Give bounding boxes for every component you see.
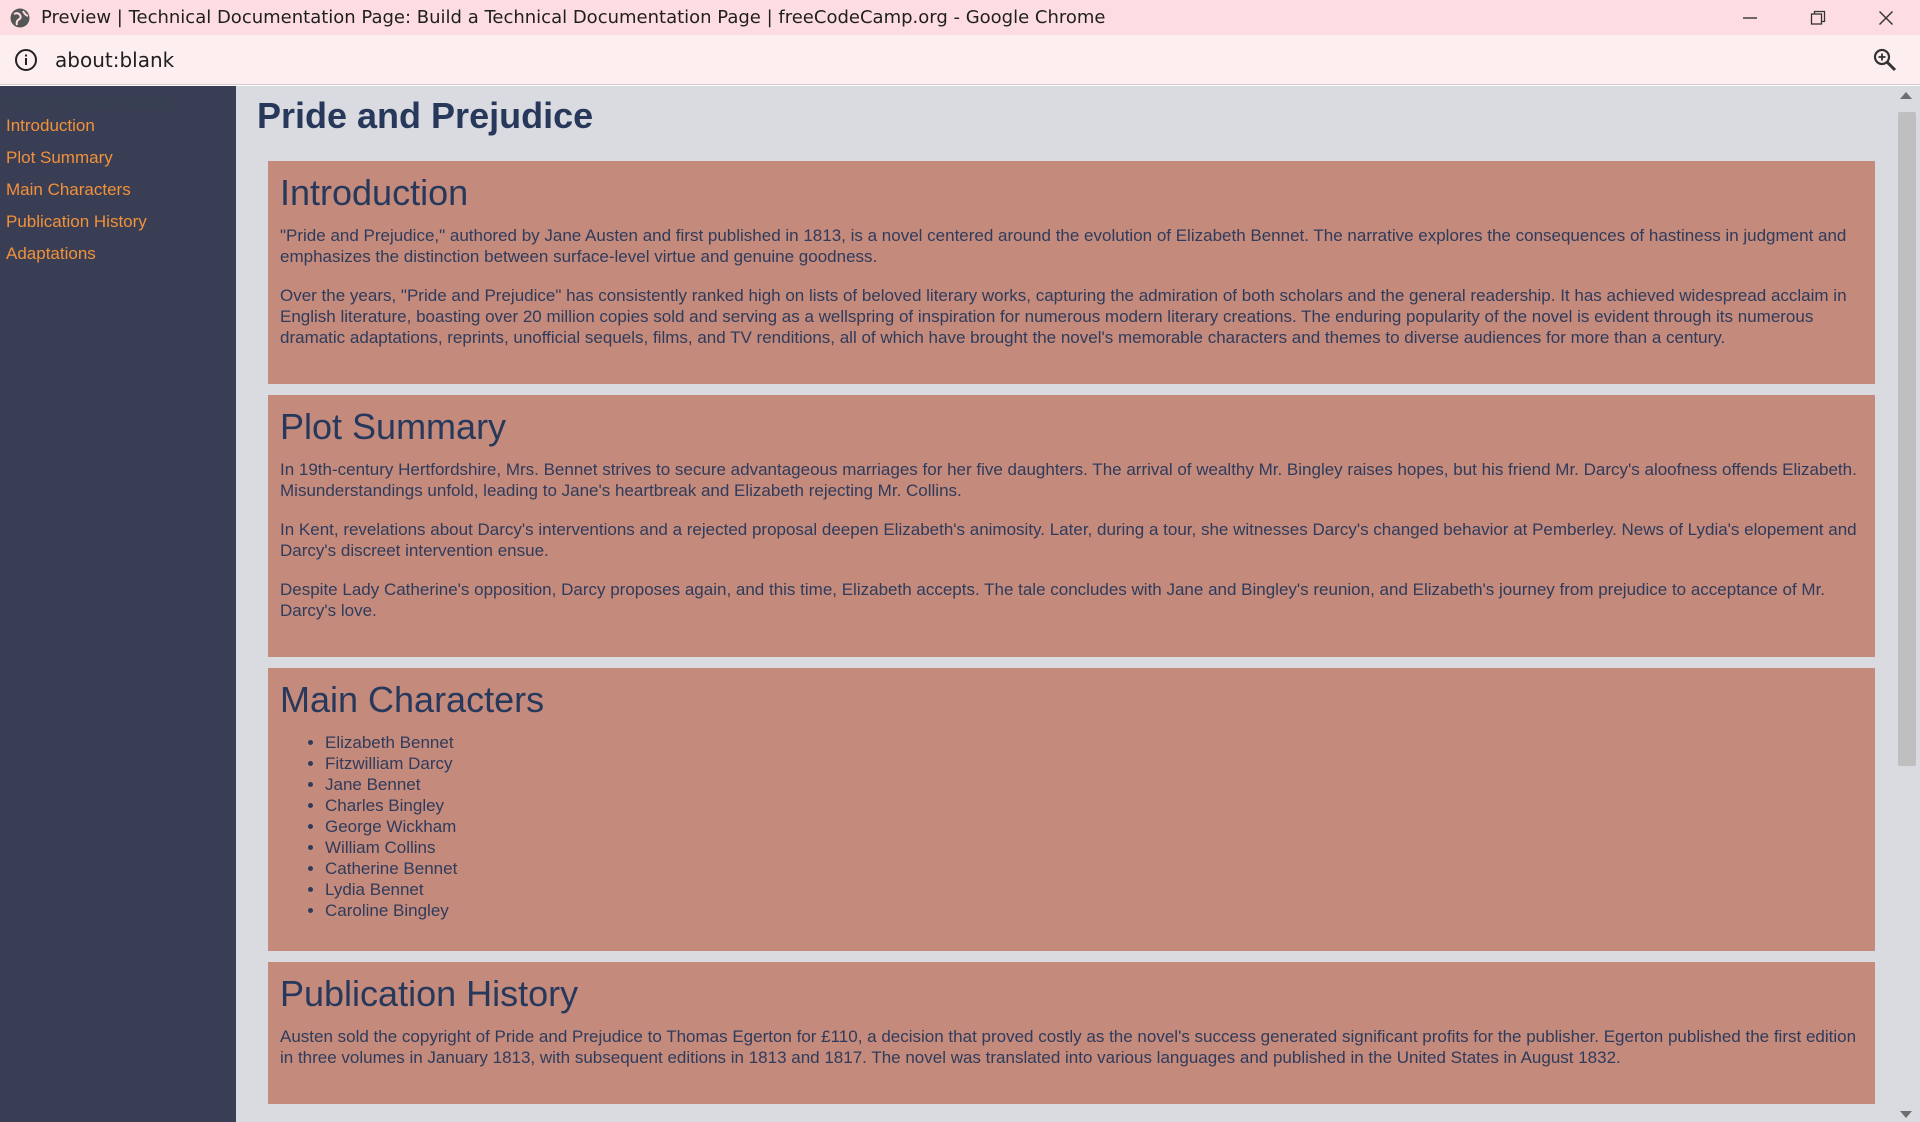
section-paragraph: In 19th-century Hertfordshire, Mrs. Benn… [280,460,1857,500]
section-publication-history: Publication History Austen sold the copy… [268,962,1875,1104]
section-paragraph: In Kent, revelations about Darcy's inter… [280,520,1857,560]
window-title: Preview | Technical Documentation Page: … [41,7,1106,28]
nav-link-adaptations[interactable]: Adaptations [0,238,236,270]
list-item: Caroline Bingley [325,900,1863,921]
nav-link-main-characters[interactable]: Main Characters [0,174,236,206]
close-icon[interactable] [1852,0,1920,35]
page-viewport: Pride Prejudice Guide Introduction Plot … [0,86,1920,1122]
list-item: Elizabeth Bennet [325,732,1863,753]
section-heading: Publication History [280,973,579,1014]
section-heading: Main Characters [280,679,545,720]
nav-link-publication-history[interactable]: Publication History [0,206,236,238]
list-item: Catherine Bennet [325,858,1863,879]
section-paragraph: Austen sold the copyright of Pride and P… [280,1027,1857,1067]
list-item: George Wickham [325,816,1863,837]
list-item: Jane Bennet [325,774,1863,795]
info-icon[interactable] [13,47,39,73]
scroll-down-icon[interactable] [1900,1111,1912,1118]
vertical-scrollbar[interactable] [1892,86,1920,1122]
section-heading: Plot Summary [280,406,507,447]
nav-link-plot-summary[interactable]: Plot Summary [0,142,236,174]
list-item: Fitzwilliam Darcy [325,753,1863,774]
list-item: Charles Bingley [325,795,1863,816]
scrollbar-thumb[interactable] [1898,112,1916,766]
section-introduction: Introduction "Pride and Prejudice," auth… [268,161,1875,384]
globe-icon [9,7,31,29]
zoom-icon[interactable] [1872,47,1898,73]
character-list: Elizabeth Bennet Fitzwilliam Darcy Jane … [325,732,1863,921]
section-paragraph: "Pride and Prejudice," authored by Jane … [280,226,1847,266]
section-plot-summary: Plot Summary In 19th-century Hertfordshi… [268,395,1875,657]
address-bar: about:blank [0,35,1920,85]
section-main-characters: Main Characters Elizabeth Bennet Fitzwil… [268,668,1875,951]
scroll-up-icon[interactable] [1900,92,1912,99]
window-title-bar: Preview | Technical Documentation Page: … [0,0,1920,35]
page-title: Pride and Prejudice [257,95,594,136]
section-paragraph: Over the years, "Pride and Prejudice" ha… [280,286,1847,347]
nav-link-introduction[interactable]: Introduction [0,110,236,142]
nav-header: Pride Prejudice Guide [6,92,172,110]
minimize-icon[interactable] [1716,0,1784,35]
url-field[interactable]: about:blank [55,48,174,72]
restore-icon[interactable] [1784,0,1852,35]
list-item: William Collins [325,837,1863,858]
sidebar-nav: Pride Prejudice Guide Introduction Plot … [0,86,236,1122]
section-heading: Introduction [280,172,469,213]
main-doc: Pride and Prejudice Introduction "Pride … [236,86,1892,1122]
section-paragraph: Despite Lady Catherine's opposition, Dar… [280,580,1826,620]
list-item: Lydia Bennet [325,879,1863,900]
